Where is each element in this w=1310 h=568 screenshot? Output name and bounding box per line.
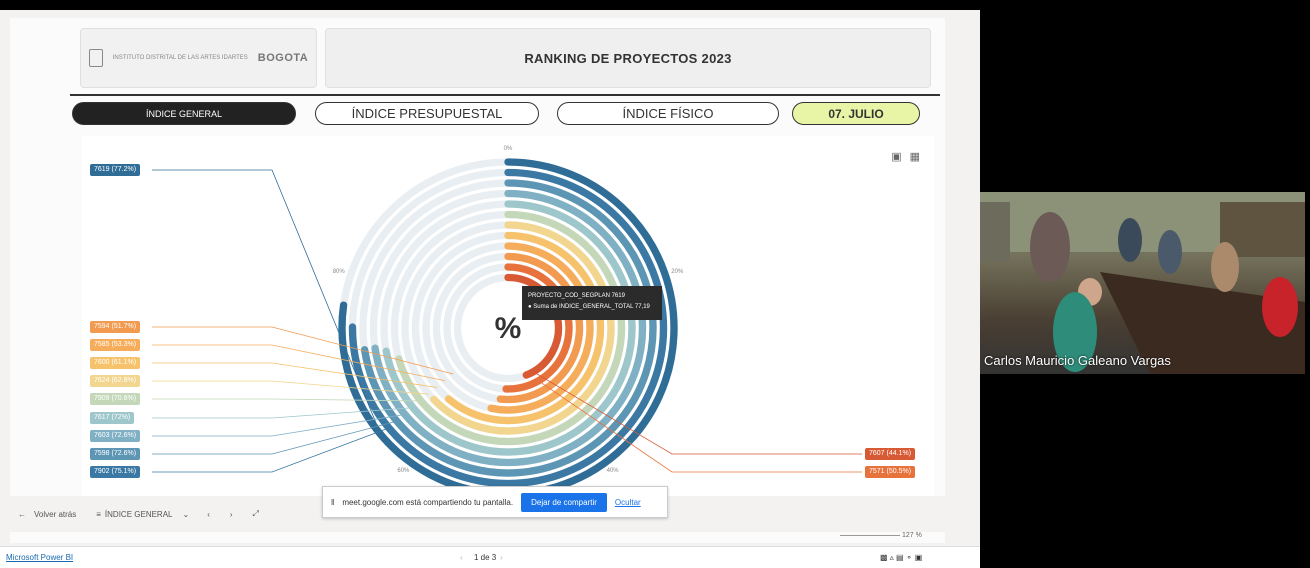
- tab-indice-fisico[interactable]: ÍNDICE FÍSICO: [557, 102, 779, 125]
- leader-line: [152, 427, 390, 473]
- page-title: RANKING DE PROYECTOS 2023: [524, 50, 732, 66]
- video-tile: Carlos Mauricio Galeano Vargas: [980, 192, 1305, 374]
- tooltip-row-project: PROYECTO_COD_SEGPLAN 7619: [528, 293, 625, 299]
- data-label-7624: 7624 (62.8%): [90, 375, 141, 387]
- report-page: INSTITUTO DISTRITAL DE LAS ARTES IDARTES…: [10, 18, 945, 543]
- share-message: meet.google.com está compartiendo tu pan…: [342, 497, 514, 507]
- axis-tick-label: 40%: [607, 468, 620, 474]
- axis-tick-label: 0%: [504, 146, 513, 152]
- data-label-7902: 7902 (75.1%): [90, 466, 141, 478]
- tooltip-row-value: ● Suma de INDICE_GENERAL_TOTAL 77,19: [528, 304, 650, 310]
- drag-handle-icon[interactable]: ‖: [331, 498, 334, 507]
- data-label-7571: 7571 (50.5%): [865, 466, 916, 478]
- meeting-room-video: [980, 192, 1305, 374]
- month-selector[interactable]: 07. JULIO: [792, 102, 920, 125]
- logo-banner: INSTITUTO DISTRITAL DE LAS ARTES IDARTES…: [80, 28, 317, 88]
- axis-tick-label: 60%: [397, 468, 410, 474]
- logo-city: BOGOTA: [257, 52, 309, 64]
- center-percent-icon: %: [495, 312, 522, 345]
- next-page-icon[interactable]: ›: [230, 510, 233, 519]
- stop-sharing-button[interactable]: Dejar de compartir: [521, 492, 607, 512]
- axis-tick-label: 80%: [333, 269, 346, 275]
- radial-bar-chart[interactable]: 0% 20% 40% 60% 80%%: [82, 136, 934, 514]
- tab-indice-general[interactable]: ÍNDICE GENERAL: [72, 102, 296, 125]
- data-label-7617: 7617 (72%): [90, 412, 135, 424]
- prev-page-icon[interactable]: ‹: [207, 510, 210, 519]
- pages-icon[interactable]: ≡: [96, 510, 101, 519]
- title-banner: RANKING DE PROYECTOS 2023: [325, 28, 931, 88]
- data-label-7585: 7585 (53.3%): [90, 339, 141, 351]
- status-bar: Microsoft Power BI ‹ 1 de 3 › ▩ ▵ ▤ ⚬ ▣: [0, 546, 980, 568]
- data-label-7909: 7909 (70.6%): [90, 393, 141, 405]
- screen-share-banner: ‖ meet.google.com está compartiendo tu p…: [322, 486, 668, 518]
- logo-entity: INSTITUTO DISTRITAL DE LAS ARTES IDARTES: [112, 54, 248, 61]
- coat-of-arms-icon: [88, 49, 103, 67]
- chart-tooltip: PROYECTO_COD_SEGPLAN 7619 ● Suma de INDIC…: [522, 286, 662, 320]
- hide-button[interactable]: Ocultar: [615, 498, 641, 507]
- tab-indice-presupuestal[interactable]: ÍNDICE PRESUPUESTAL: [315, 102, 539, 125]
- divider: [70, 94, 940, 96]
- back-icon[interactable]: ←: [18, 510, 26, 519]
- chevron-down-icon[interactable]: ⌄: [183, 510, 190, 519]
- data-label-7594: 7594 (51.7%): [90, 321, 141, 333]
- axis-tick-label: 20%: [671, 269, 684, 275]
- data-label-7603: 7603 (72.6%): [90, 430, 141, 442]
- leader-line: [152, 420, 398, 455]
- page-selector[interactable]: ÍNDICE GENERAL: [105, 510, 173, 519]
- zoom-level: 127 %: [901, 532, 922, 539]
- report-viewer: INSTITUTO DISTRITAL DE LAS ARTES IDARTES…: [0, 10, 980, 568]
- zoom-control[interactable]: 127 %: [840, 532, 940, 542]
- data-label-7600: 7600 (61.1%): [90, 357, 141, 369]
- data-label-7619: 7619 (77.2%): [90, 164, 141, 176]
- participant-name: Carlos Mauricio Galeano Vargas: [984, 353, 1171, 368]
- radial-chart-card: ▣ ▦ 0% 20% 40% 60% 80%% 7619 (77.2%) 7594 (51…: [82, 136, 934, 514]
- expand-icon[interactable]: ⤢: [253, 509, 259, 519]
- data-label-7598: 7598 (72.6%): [90, 448, 141, 460]
- back-link[interactable]: Volver atrás: [34, 510, 76, 519]
- data-label-7607: 7607 (44.1%): [865, 448, 916, 460]
